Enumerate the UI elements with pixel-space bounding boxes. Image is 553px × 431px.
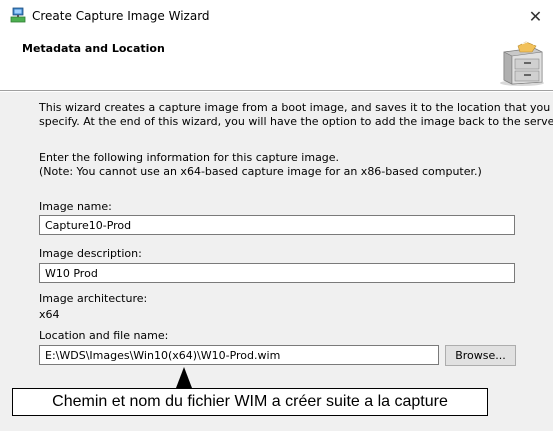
close-button[interactable]: ✕ <box>518 0 553 32</box>
architecture-value: x64 <box>39 308 60 321</box>
instructions-line2: (Note: You cannot use an x64-based captu… <box>39 165 482 178</box>
annotation-arrow-icon <box>176 367 192 388</box>
image-name-input[interactable]: Capture10-Prod <box>39 215 515 235</box>
file-cabinet-icon <box>500 40 544 86</box>
annotation-callout: Chemin et nom du fichier WIM a créer sui… <box>12 388 488 416</box>
annotation-text: Chemin et nom du fichier WIM a créer sui… <box>52 393 448 410</box>
intro-text-line2: specify. At the end of this wizard, you … <box>39 115 553 128</box>
image-description-label: Image description: <box>39 247 142 260</box>
intro-text-line1: This wizard creates a capture image from… <box>39 101 551 114</box>
page-title: Metadata and Location <box>22 42 165 55</box>
wizard-header: Metadata and Location <box>0 32 553 90</box>
instructions-line1: Enter the following information for this… <box>39 151 340 164</box>
close-icon: ✕ <box>528 6 543 26</box>
image-description-input[interactable]: W10 Prod <box>39 263 515 283</box>
image-name-label: Image name: <box>39 200 112 213</box>
location-label: Location and file name: <box>39 329 169 342</box>
window-title: Create Capture Image Wizard <box>32 9 210 23</box>
location-input[interactable]: E:\WDS\Images\Win10(x64)\W10-Prod.wim <box>39 345 439 365</box>
browse-button[interactable]: Browse... <box>445 345 516 366</box>
wds-app-icon <box>10 7 26 23</box>
architecture-label: Image architecture: <box>39 292 148 305</box>
wizard-body <box>0 92 553 431</box>
